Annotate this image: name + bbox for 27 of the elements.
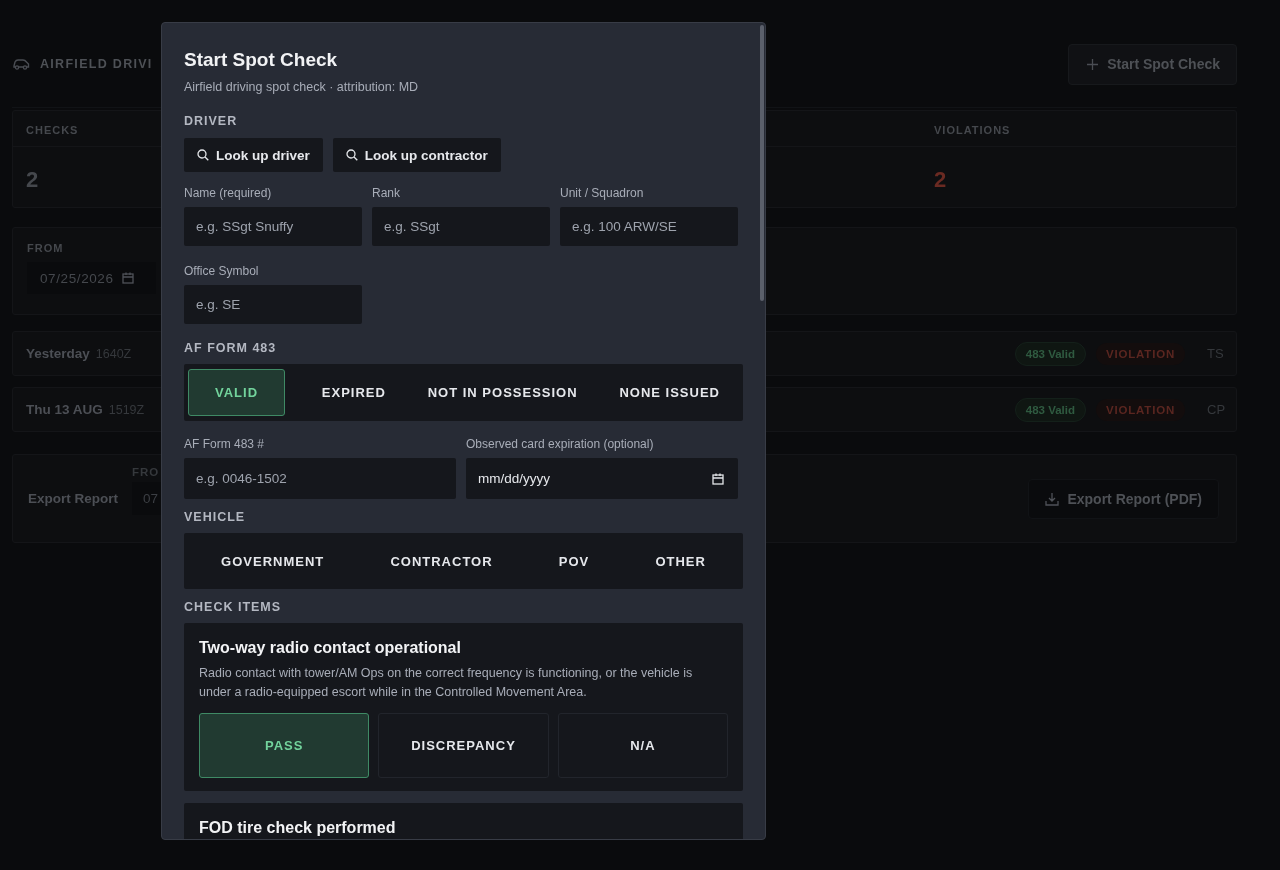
status-badge: 483 Valid xyxy=(1014,341,1087,366)
page-title: AIRFIELD DRIVI xyxy=(40,57,153,71)
stat-value: 2 xyxy=(26,166,39,193)
field-label: Rank xyxy=(372,186,401,200)
section-label: DRIVER xyxy=(184,114,239,128)
record-day: Yesterday xyxy=(26,346,90,361)
filter-label: FROM xyxy=(27,241,64,254)
field-label: Observed card expiration (optional) xyxy=(466,437,655,451)
status-badge: VIOLATION xyxy=(1096,398,1185,421)
check-item-title: FOD tire check performed xyxy=(199,819,397,837)
check-item-description: Radio contact with tower/AM Ops on the correct frequency is functioning, or the vehicle is under a radio-equipped escort while in the Controlled Movement Area. xyxy=(199,665,694,701)
status-badge: VIOLATION xyxy=(1096,342,1185,365)
dialog-title: Start Spot Check xyxy=(184,49,339,71)
stat-label: VIOLATIONS xyxy=(921,111,1236,147)
dialog-subtitle: Airfield driving spot check · attribution: MD xyxy=(184,80,420,94)
field-label: Name (required) xyxy=(184,186,273,200)
record-day: Thu 13 AUG xyxy=(26,402,103,417)
status-badge: 483 Valid xyxy=(1014,397,1087,422)
field-label: AF Form 483 # xyxy=(184,437,266,451)
section-label: CHECK ITEMS xyxy=(184,600,283,614)
field-label: Unit / Squadron xyxy=(560,186,645,200)
section-label: AF FORM 483 xyxy=(184,341,278,355)
export-label: Export Report xyxy=(28,491,119,506)
stat-value: 2 xyxy=(934,166,947,193)
field-label: Office Symbol xyxy=(184,264,260,278)
check-item-title: Two-way radio contact operational xyxy=(199,639,462,657)
section-label: VEHICLE xyxy=(184,510,247,524)
